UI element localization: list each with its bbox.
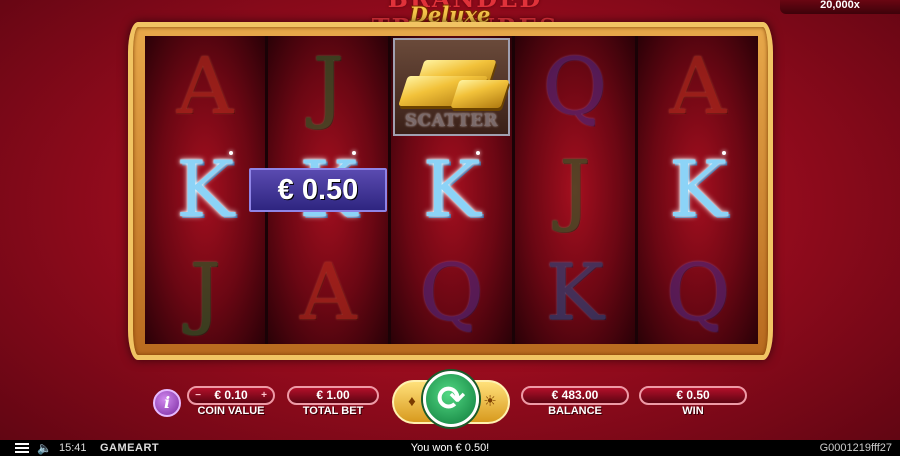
total-bet-display[interactable]: € 1.00 <box>287 386 379 405</box>
coin-value-display: € 0.10 <box>214 388 248 402</box>
gold-bars-icon: SCATTER <box>393 38 510 136</box>
win-caption: WIN <box>682 405 704 417</box>
max-win-badge: 20,000x <box>780 0 900 14</box>
symbol-a: A <box>300 248 357 338</box>
coin-value-stepper[interactable]: − € 0.10 + <box>187 386 275 405</box>
control-bar: i − € 0.10 + COIN VALUE € 1.00 TOTAL BET… <box>0 370 900 440</box>
coin-value-increase-button[interactable]: + <box>259 390 269 401</box>
turbo-icon[interactable]: ☀ <box>480 393 500 411</box>
win-display: € 0.50 <box>639 386 747 405</box>
symbol-k: K <box>422 145 481 235</box>
symbol-q: Q <box>419 248 484 338</box>
symbol-k: K <box>545 248 604 338</box>
reel-4: QJK <box>514 36 635 344</box>
coin-value-decrease-button[interactable]: − <box>193 390 203 401</box>
reel-area: AKJJKASCATTERKQQJKAKQ <box>145 36 759 344</box>
win-amount-banner: € 0.50 <box>249 168 387 212</box>
symbol-j: J <box>312 42 344 132</box>
status-bar: 🔈 15:41 GAMEART You won € 0.50! G0001219… <box>0 440 900 456</box>
status-message: You won € 0.50! <box>410 442 490 454</box>
info-button[interactable]: i <box>153 389 181 417</box>
coin-value-caption: COIN VALUE <box>197 405 265 417</box>
spin-arrow-icon: ⟳ <box>436 380 466 418</box>
symbol-a: A <box>669 42 727 132</box>
session-id: G0001219fff27 <box>819 442 892 454</box>
symbol-a: A <box>176 42 234 132</box>
reel-3: SCATTER K Q <box>391 36 512 344</box>
symbol-q: Q <box>665 248 730 338</box>
reel-5: AKQ <box>637 36 759 344</box>
reel-1: AKJ <box>145 36 266 344</box>
total-bet-caption: TOTAL BET <box>302 405 364 417</box>
spin-button[interactable]: ⟳ <box>423 371 479 427</box>
symbol-j: J <box>189 248 221 338</box>
balance-caption: BALANCE <box>548 405 602 417</box>
scatter-symbol: SCATTER <box>391 36 511 138</box>
scatter-label: SCATTER <box>404 111 499 131</box>
autoplay-icon[interactable]: ♦ <box>402 393 422 411</box>
symbol-k: K <box>668 145 728 235</box>
symbol-k: K <box>175 145 235 235</box>
balance-display: € 483.00 <box>521 386 629 405</box>
symbol-q: Q <box>542 42 607 132</box>
symbol-j: J <box>559 145 591 235</box>
